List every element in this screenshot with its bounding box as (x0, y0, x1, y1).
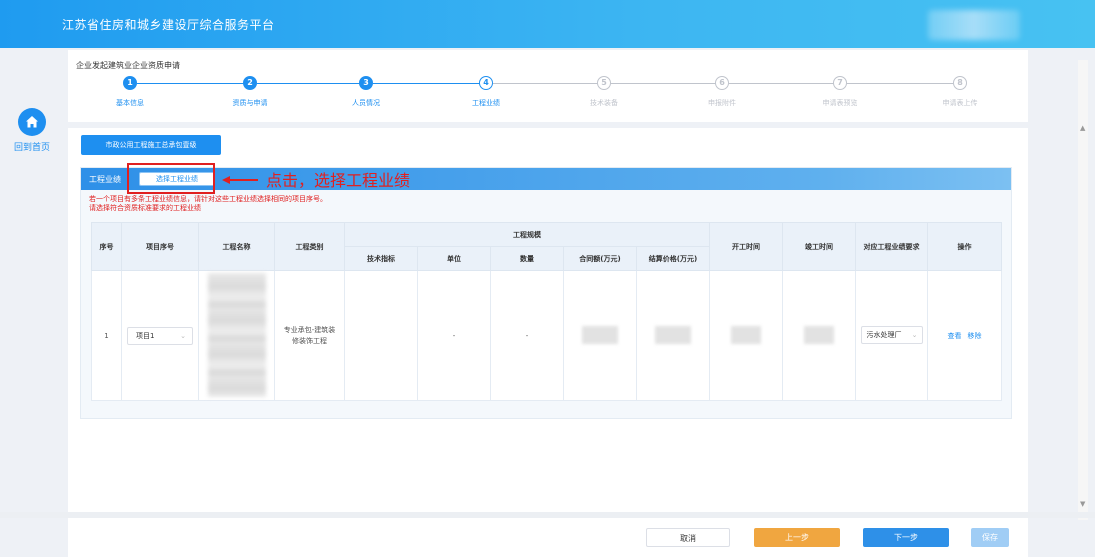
step-number: 6 (715, 76, 729, 90)
cell-name (198, 270, 275, 401)
annotation-text: 点击，选择工程业绩 (266, 171, 411, 190)
section-divider (68, 122, 1028, 128)
home-button[interactable]: 回到首页 (10, 108, 54, 168)
header-name: 工程名称 (198, 222, 275, 271)
view-link[interactable]: 查看 (948, 332, 962, 340)
scroll-up-icon[interactable]: ▲ (1080, 124, 1085, 132)
step-number: 4 (479, 76, 493, 90)
step-label: 基本信息 (116, 99, 144, 107)
header-scale: 工程规模 (343, 222, 711, 247)
cell-start (709, 270, 784, 401)
requirement-value: 污水处理厂 (866, 330, 902, 339)
performance-table: 序号 项目序号 工程名称 工程类别 工程规模 开工时间 竣工时间 对应工程业绩要… (91, 222, 1003, 401)
step-label: 技术装备 (590, 99, 618, 107)
note-line: 若一个项目有多条工程业绩信息，请针对这些工程业绩选择相同的项目序号。 (89, 195, 327, 203)
step-label: 申请表预览 (822, 99, 858, 107)
header-contract: 合同额(万元) (563, 246, 637, 271)
cell-finish (782, 270, 857, 401)
panel-header: 工程业绩 选择工程业绩 (81, 168, 1011, 190)
cell-tech-index (344, 270, 418, 401)
header-settlement: 结算价格(万元) (635, 246, 711, 271)
step-attachments[interactable]: 6 申报附件 (662, 76, 782, 108)
home-icon (18, 108, 46, 136)
step-label: 资质与申请 (232, 99, 268, 107)
header-start: 开工时间 (709, 222, 784, 271)
step-number: 2 (243, 76, 257, 90)
header-seq: 序号 (91, 222, 122, 271)
annotation-arrow-icon (222, 176, 258, 184)
scroll-down-icon[interactable]: ▼ (1080, 500, 1085, 508)
prev-step-button[interactable]: 上一步 (754, 528, 840, 547)
header-finish: 竣工时间 (782, 222, 857, 271)
contract-blurred (582, 325, 618, 344)
bottom-action-bar: 取消 上一步 下一步 保存 (68, 518, 1028, 557)
cell-project-no: 项目1 ⌄ (121, 270, 199, 401)
note-line: 请选择符合资质标准要求的工程业绩 (89, 204, 201, 212)
main-content: 企业发起建筑业企业资质申请 1 基本信息 2 资质与申请 3 人员情况 4 工程… (68, 50, 1028, 514)
step-label: 申报附件 (708, 99, 736, 107)
cell-ops: 查看 移除 (927, 270, 1003, 401)
platform-title: 江苏省住房和城乡建设厅综合服务平台 (62, 18, 275, 32)
remove-link[interactable]: 移除 (968, 332, 982, 340)
next-step-button[interactable]: 下一步 (863, 528, 949, 547)
header-ops: 操作 (927, 222, 1003, 271)
step-progress: 1 基本信息 2 资质与申请 3 人员情况 4 工程业绩 5 技术装备 6 申报… (68, 76, 1028, 116)
left-nav: 回到首页 (0, 48, 64, 557)
annotation-highlight-box (127, 163, 215, 194)
home-label: 回到首页 (13, 143, 50, 153)
step-number: 1 (123, 76, 137, 90)
header-project-no: 项目序号 (121, 222, 199, 271)
step-upload[interactable]: 8 申请表上传 (900, 76, 1020, 108)
finish-blurred (804, 325, 835, 344)
step-label: 工程业绩 (472, 99, 500, 107)
project-no-select[interactable]: 项目1 ⌄ (127, 326, 193, 345)
top-bar: 江苏省住房和城乡建设厅综合服务平台 (0, 0, 1095, 48)
chevron-down-icon: ⌄ (911, 326, 918, 343)
table-row: 1 项目1 ⌄ 专业承包-建筑装修装饰工程 - - 污水处理厂 ⌄ 查看 移除 (91, 270, 1003, 401)
header-qty: 数量 (490, 246, 564, 271)
chevron-down-icon: ⌄ (180, 331, 186, 340)
step-number: 5 (597, 76, 611, 90)
user-info-blurred[interactable] (928, 10, 1020, 40)
step-engineering-performance[interactable]: 4 工程业绩 (426, 76, 546, 108)
cell-requirement: 污水处理厂 ⌄ (855, 270, 929, 401)
requirement-select[interactable]: 污水处理厂 ⌄ (860, 325, 923, 344)
step-tech-equipment[interactable]: 5 技术装备 (544, 76, 664, 108)
step-qualification[interactable]: 2 资质与申请 (190, 76, 310, 108)
header-unit: 单位 (417, 246, 491, 271)
step-number: 3 (359, 76, 373, 90)
cell-contract (563, 270, 637, 401)
settlement-blurred (655, 325, 691, 344)
vertical-scrollbar[interactable]: ▲ ▼ (1078, 60, 1088, 520)
header-type: 工程类别 (274, 222, 345, 271)
panel-title: 工程业绩 (89, 175, 121, 184)
performance-panel: 工程业绩 选择工程业绩 若一个项目有多条工程业绩信息，请针对这些工程业绩选择相同… (80, 167, 1012, 419)
header-tech-index: 技术指标 (344, 246, 418, 271)
cell-type: 专业承包-建筑装修装饰工程 (274, 270, 345, 401)
header-requirement: 对应工程业绩要求 (855, 222, 929, 271)
step-label: 人员情况 (352, 99, 380, 107)
panel-notes: 若一个项目有多条工程业绩信息，请针对这些工程业绩选择相同的项目序号。 请选择符合… (89, 195, 327, 213)
qualification-tab[interactable]: 市政公用工程施工总承包壹级 (81, 135, 221, 155)
step-preview[interactable]: 7 申请表预览 (780, 76, 900, 108)
start-blurred (731, 325, 762, 344)
step-number: 7 (833, 76, 847, 90)
breadcrumb: 企业发起建筑业企业资质申请 (76, 61, 180, 70)
step-basic-info[interactable]: 1 基本信息 (70, 76, 190, 108)
step-number: 8 (953, 76, 967, 90)
step-label: 申请表上传 (942, 99, 978, 107)
project-no-value: 项目1 (136, 331, 155, 340)
cell-seq: 1 (91, 270, 122, 401)
cell-unit: - (417, 270, 491, 401)
name-blurred (207, 272, 266, 397)
cell-settlement (635, 270, 711, 401)
save-button[interactable]: 保存 (971, 528, 1009, 547)
cancel-button[interactable]: 取消 (646, 528, 730, 547)
cell-qty: - (490, 270, 564, 401)
step-personnel[interactable]: 3 人员情况 (306, 76, 426, 108)
